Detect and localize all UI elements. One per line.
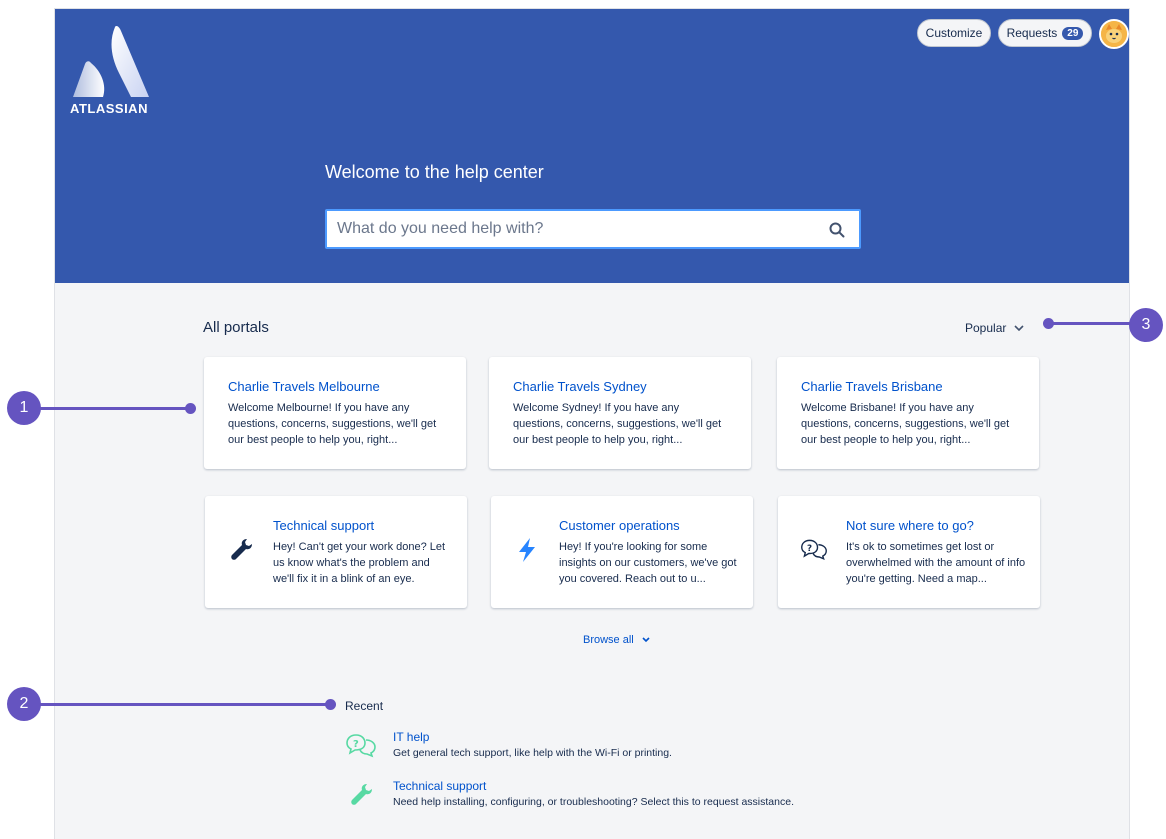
- portal-card-body: Customer operations Hey! If you're looki…: [559, 518, 739, 587]
- portal-card-title[interactable]: Charlie Travels Melbourne: [228, 379, 442, 394]
- chevron-down-icon: [642, 637, 650, 643]
- portal-card-desc: Hey! Can't get your work done? Let us kn…: [273, 541, 446, 585]
- portal-card-desc: Hey! If you're looking for some insights…: [559, 541, 737, 585]
- customize-button[interactable]: Customize: [917, 19, 991, 47]
- logo-wordmark: ATLASSIAN: [70, 101, 148, 116]
- portal-card-not-sure[interactable]: ? Not sure where to go? It's ok to somet…: [778, 496, 1040, 608]
- portal-card-desc: Welcome Sydney! If you have any question…: [513, 402, 722, 446]
- wrench-icon: [231, 539, 252, 560]
- avatar[interactable]: [1099, 19, 1129, 49]
- callout-line-1: [40, 407, 190, 410]
- all-portals-heading: All portals: [203, 319, 269, 336]
- wrench-icon: [351, 784, 372, 805]
- portal-card-brisbane[interactable]: Charlie Travels Brisbane Welcome Brisban…: [777, 357, 1039, 469]
- recent-item-technical-support[interactable]: Technical support Need help installing, …: [345, 779, 945, 819]
- question-bubble-icon: ?: [346, 734, 376, 758]
- callout-line-2: [40, 703, 330, 706]
- search-box[interactable]: [325, 209, 861, 249]
- browse-all-label: Browse all: [583, 634, 634, 646]
- help-center-page: ATLASSIAN Customize Requests 29 Welcome …: [54, 8, 1130, 839]
- portal-card-title[interactable]: Technical support: [273, 518, 453, 533]
- svg-text:?: ?: [807, 544, 812, 554]
- callout-dot-1: [185, 403, 196, 414]
- requests-count-badge: 29: [1062, 26, 1084, 40]
- recent-item-desc: Need help installing, configuring, or tr…: [393, 796, 794, 808]
- portal-card-melbourne[interactable]: Charlie Travels Melbourne Welcome Melbou…: [204, 357, 466, 469]
- portal-card-desc: Welcome Brisbane! If you have any questi…: [801, 402, 1010, 446]
- portal-card-title[interactable]: Charlie Travels Sydney: [513, 379, 727, 394]
- portal-card-body: Technical support Hey! Can't get your wo…: [273, 518, 453, 587]
- portal-card-technical-support[interactable]: Technical support Hey! Can't get your wo…: [205, 496, 467, 608]
- portal-card-sydney[interactable]: Charlie Travels Sydney Welcome Sydney! I…: [489, 357, 751, 469]
- search-input[interactable]: [337, 220, 807, 238]
- portal-card-customer-operations[interactable]: Customer operations Hey! If you're looki…: [491, 496, 753, 608]
- callout-marker-1: 1: [7, 391, 41, 425]
- recent-item-name[interactable]: Technical support: [393, 779, 486, 793]
- callout-marker-3: 3: [1129, 308, 1163, 342]
- callout-dot-2: [325, 699, 336, 710]
- portal-card-title[interactable]: Customer operations: [559, 518, 739, 533]
- requests-label: Requests: [1006, 26, 1058, 40]
- portal-card-title[interactable]: Not sure where to go?: [846, 518, 1026, 533]
- cat-avatar-icon: [1101, 21, 1127, 47]
- recent-item-desc: Get general tech support, like help with…: [393, 747, 672, 759]
- atlassian-logo-icon: [73, 26, 149, 97]
- recent-item-it-help[interactable]: ? IT help Get general tech support, like…: [345, 730, 945, 770]
- browse-all-button[interactable]: Browse all: [583, 634, 650, 646]
- requests-button[interactable]: Requests 29: [998, 19, 1092, 47]
- recent-heading: Recent: [345, 699, 384, 713]
- portal-card-desc: Welcome Melbourne! If you have any quest…: [228, 402, 437, 446]
- sort-label: Popular: [965, 321, 1007, 335]
- search-icon[interactable]: [829, 222, 845, 238]
- svg-text:?: ?: [353, 739, 359, 750]
- welcome-heading: Welcome to the help center: [325, 162, 544, 182]
- hero-banner: ATLASSIAN Customize Requests 29 Welcome …: [55, 9, 1129, 283]
- portal-card-title[interactable]: Charlie Travels Brisbane: [801, 379, 1015, 394]
- atlassian-logo[interactable]: ATLASSIAN: [69, 23, 149, 119]
- callout-line-3: [1048, 322, 1132, 325]
- lightning-icon: [519, 538, 535, 562]
- portal-card-desc: It's ok to sometimes get lost or overwhe…: [846, 541, 1026, 585]
- callout-marker-2: 2: [7, 687, 41, 721]
- sort-dropdown[interactable]: Popular: [965, 321, 1024, 335]
- recent-item-name[interactable]: IT help: [393, 730, 429, 744]
- portal-card-body: Not sure where to go? It's ok to sometim…: [846, 518, 1026, 587]
- question-bubble-icon: ?: [801, 539, 827, 560]
- callout-dot-3: [1043, 318, 1054, 329]
- chevron-down-icon: [1014, 325, 1024, 331]
